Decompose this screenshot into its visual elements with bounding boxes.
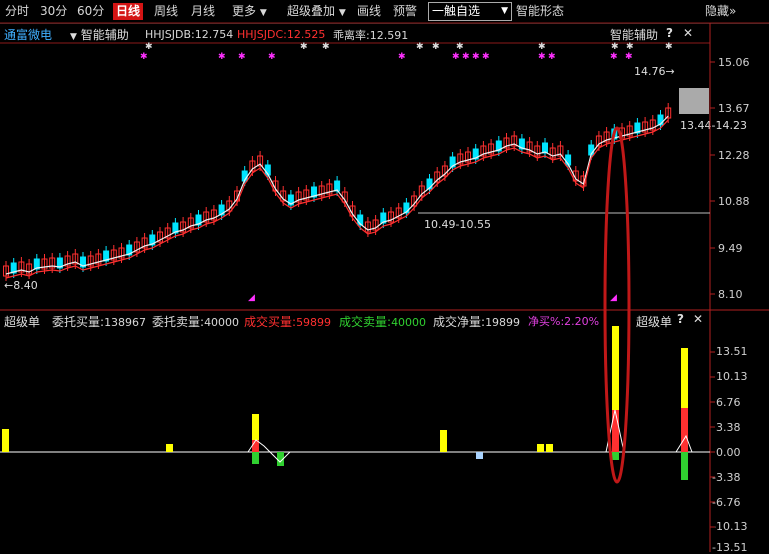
- volume-bar: [2, 429, 9, 452]
- star-mark-magenta: ✱: [398, 52, 406, 62]
- star-mark: ✱: [611, 42, 619, 52]
- star-mark: ✱: [300, 42, 308, 52]
- star-mark-magenta: ✱: [140, 52, 148, 62]
- candles-group: [3, 103, 672, 281]
- star-mark-magenta: ✱: [625, 52, 633, 62]
- star-mark: ✱: [626, 42, 634, 52]
- star-mark: ✱: [538, 42, 546, 52]
- volume-bar: [681, 408, 688, 452]
- star-mark: ✱: [322, 42, 330, 52]
- volume-bar: [681, 452, 688, 480]
- star-mark-magenta: ✱: [610, 52, 618, 62]
- volume-bar: [252, 452, 259, 464]
- star-mark-magenta: ✱: [538, 52, 546, 62]
- volume-bar: [537, 444, 544, 452]
- star-mark-magenta: ✱: [452, 52, 460, 62]
- star-mark-magenta: ✱: [238, 52, 246, 62]
- star-mark: ✱: [665, 42, 673, 52]
- star-mark: ✱: [145, 42, 153, 52]
- highlight-box: [679, 88, 709, 114]
- volume-bar: [476, 452, 483, 459]
- star-mark: ✱: [456, 42, 464, 52]
- star-mark: ✱: [432, 42, 440, 52]
- overlay-group: ✱ ✱ ✱ ✱ ✱ ✱ ✱ ✱ ✱ ✱✱ ✱ ✱ ✱ ✱ ✱ ✱ ✱ ✱ ✱ ✱ ✱ ✱◢ ◢: [140, 42, 673, 484]
- volume-bar: [612, 410, 619, 452]
- star-mark: ✱: [416, 42, 424, 52]
- star-mark-magenta: ✱: [472, 52, 480, 62]
- volume-bar: [612, 452, 619, 460]
- super-order-bars: [2, 326, 693, 480]
- volume-bar: [166, 444, 173, 452]
- chart-grid: [0, 22, 769, 552]
- marker-triangle: ◢: [248, 293, 255, 303]
- star-mark-magenta: ✱: [482, 52, 490, 62]
- star-mark-magenta: ✱: [218, 52, 226, 62]
- star-mark-magenta: ✱: [462, 52, 470, 62]
- marker-triangle: ◢: [610, 293, 617, 303]
- kline-chart-canvas: ✱ ✱ ✱ ✱ ✱ ✱ ✱ ✱ ✱ ✱✱ ✱ ✱ ✱ ✱ ✱ ✱ ✱ ✱ ✱ ✱ ✱ ✱◢ ◢: [0, 22, 769, 552]
- star-mark-magenta: ✱: [548, 52, 556, 62]
- star-mark-magenta: ✱: [268, 52, 276, 62]
- volume-bar: [440, 430, 447, 452]
- volume-bar: [546, 444, 553, 452]
